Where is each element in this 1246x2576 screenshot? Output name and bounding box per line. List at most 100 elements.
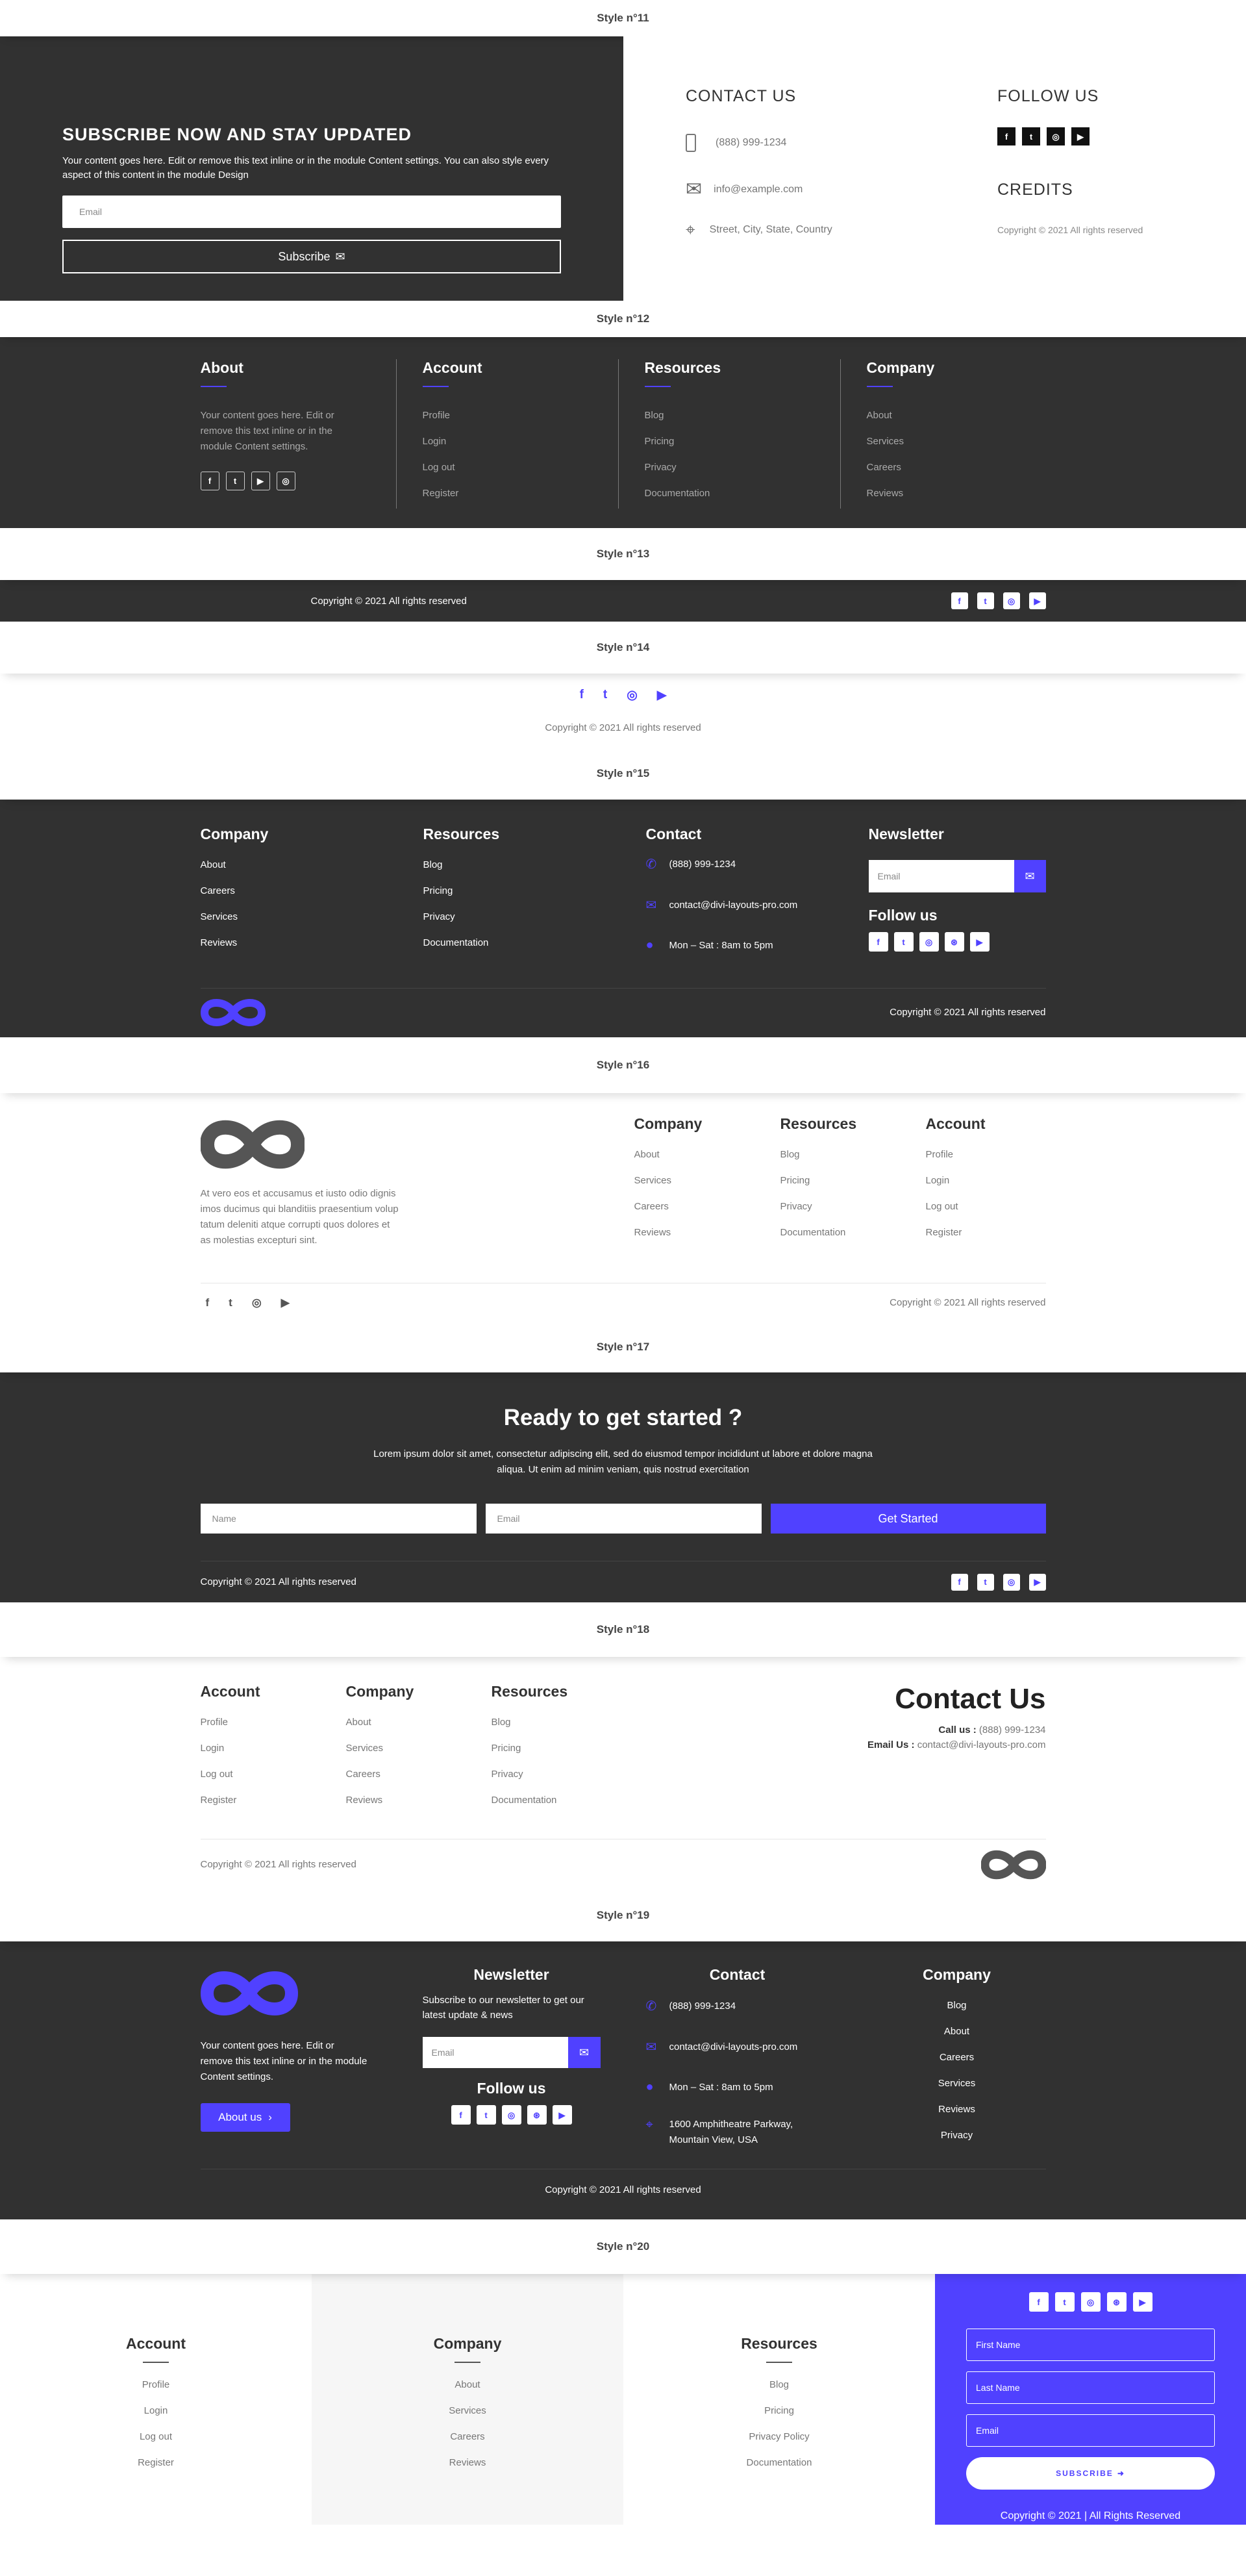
twitter-icon[interactable]: t xyxy=(893,932,914,952)
envelope-icon[interactable]: ✉ xyxy=(1014,860,1046,892)
link-services[interactable]: Services xyxy=(312,2398,623,2424)
dribbble-icon[interactable]: ⊛ xyxy=(944,932,964,952)
name-input[interactable]: Name xyxy=(200,1504,477,1534)
instagram-icon[interactable]: ◎ xyxy=(627,688,638,703)
youtube-icon[interactable]: ▶ xyxy=(1132,2292,1153,2312)
link-about[interactable]: About xyxy=(634,1142,780,1168)
link-documentation[interactable]: Documentation xyxy=(780,1220,926,1246)
facebook-icon[interactable]: f xyxy=(200,472,219,490)
twitter-icon[interactable]: t xyxy=(1022,127,1040,145)
link-privacy[interactable]: Privacy xyxy=(645,455,820,481)
link-services[interactable]: Services xyxy=(201,904,423,930)
link-login[interactable]: Login xyxy=(201,1736,346,1762)
link-reviews[interactable]: Reviews xyxy=(634,1220,780,1246)
twitter-icon[interactable]: t xyxy=(977,592,994,609)
link-logout[interactable]: Log out xyxy=(201,1762,346,1787)
instagram-icon[interactable]: ◎ xyxy=(276,472,295,490)
link-profile[interactable]: Profile xyxy=(926,1142,1046,1168)
link-privacy[interactable]: Privacy xyxy=(423,904,646,930)
youtube-icon[interactable]: ▶ xyxy=(251,472,270,490)
email-text[interactable]: contact@divi-layouts-pro.com xyxy=(669,900,798,911)
twitter-icon[interactable]: t xyxy=(229,1296,232,1309)
facebook-icon[interactable]: f xyxy=(580,688,584,703)
link-logout[interactable]: Log out xyxy=(926,1194,1046,1220)
link-documentation[interactable]: Documentation xyxy=(423,930,646,956)
link-blog[interactable]: Blog xyxy=(492,1710,712,1736)
link-careers[interactable]: Careers xyxy=(868,2045,1046,2071)
link-logout[interactable]: Log out xyxy=(423,455,598,481)
about-us-button[interactable]: About us › xyxy=(200,2103,290,2132)
link-pricing[interactable]: Pricing xyxy=(492,1736,712,1762)
instagram-icon[interactable]: ◎ xyxy=(252,1296,262,1309)
youtube-icon[interactable]: ▶ xyxy=(281,1296,290,1309)
link-blog[interactable]: Blog xyxy=(645,403,820,429)
instagram-icon[interactable]: ◎ xyxy=(1047,127,1065,145)
subscribe-button[interactable]: SUBSCRIBE ➜ xyxy=(966,2457,1215,2490)
link-services[interactable]: Services xyxy=(867,429,1042,455)
dribbble-icon[interactable]: ⊛ xyxy=(527,2105,547,2125)
link-reviews[interactable]: Reviews xyxy=(201,930,423,956)
link-blog[interactable]: Blog xyxy=(623,2372,935,2398)
twitter-icon[interactable]: t xyxy=(476,2105,496,2125)
link-services[interactable]: Services xyxy=(634,1168,780,1194)
link-register[interactable]: Register xyxy=(201,1787,346,1813)
youtube-icon[interactable]: ▶ xyxy=(657,688,667,703)
dribbble-icon[interactable]: ⊛ xyxy=(1106,2292,1127,2312)
email-text[interactable]: info@example.com xyxy=(714,184,803,196)
link-blog[interactable]: Blog xyxy=(868,1993,1046,2019)
youtube-icon[interactable]: ▶ xyxy=(1071,127,1090,145)
instagram-icon[interactable]: ◎ xyxy=(501,2105,521,2125)
link-privacy[interactable]: Privacy xyxy=(492,1762,712,1787)
twitter-icon[interactable]: t xyxy=(603,688,607,703)
first-name-input[interactable]: First Name xyxy=(966,2329,1215,2361)
instagram-icon[interactable]: ◎ xyxy=(919,932,939,952)
facebook-icon[interactable]: f xyxy=(997,127,1015,145)
link-about[interactable]: About xyxy=(868,2019,1046,2045)
instagram-icon[interactable]: ◎ xyxy=(1003,1573,1020,1591)
link-reviews[interactable]: Reviews xyxy=(868,2097,1046,2123)
link-about[interactable]: About xyxy=(346,1710,492,1736)
link-login[interactable]: Login xyxy=(0,2398,312,2424)
link-blog[interactable]: Blog xyxy=(780,1142,926,1168)
get-started-button[interactable]: Get Started xyxy=(770,1504,1046,1534)
facebook-icon[interactable]: f xyxy=(451,2105,471,2125)
instagram-icon[interactable]: ◎ xyxy=(1003,592,1020,609)
instagram-icon[interactable]: ◎ xyxy=(1080,2292,1101,2312)
link-pricing[interactable]: Pricing xyxy=(623,2398,935,2424)
link-about[interactable]: About xyxy=(312,2372,623,2398)
youtube-icon[interactable]: ▶ xyxy=(1028,1573,1046,1591)
link-careers[interactable]: Careers xyxy=(201,878,423,904)
twitter-icon[interactable]: t xyxy=(1054,2292,1075,2312)
link-careers[interactable]: Careers xyxy=(634,1194,780,1220)
link-pricing[interactable]: Pricing xyxy=(423,878,646,904)
link-privacy-policy[interactable]: Privacy Policy xyxy=(623,2424,935,2450)
envelope-icon[interactable]: ✉ xyxy=(567,2037,601,2068)
link-reviews[interactable]: Reviews xyxy=(346,1787,492,1813)
link-careers[interactable]: Careers xyxy=(312,2424,623,2450)
facebook-icon[interactable]: f xyxy=(951,592,968,609)
link-pricing[interactable]: Pricing xyxy=(780,1168,926,1194)
link-careers[interactable]: Careers xyxy=(346,1762,492,1787)
facebook-icon[interactable]: f xyxy=(206,1296,210,1309)
link-privacy[interactable]: Privacy xyxy=(780,1194,926,1220)
link-profile[interactable]: Profile xyxy=(201,1710,346,1736)
link-about[interactable]: About xyxy=(867,403,1042,429)
link-register[interactable]: Register xyxy=(926,1220,1046,1246)
link-register[interactable]: Register xyxy=(0,2450,312,2476)
email-input[interactable]: Email xyxy=(868,860,1014,892)
link-services[interactable]: Services xyxy=(346,1736,492,1762)
link-documentation[interactable]: Documentation xyxy=(645,481,820,507)
link-login[interactable]: Login xyxy=(423,429,598,455)
email-value[interactable]: contact@divi-layouts-pro.com xyxy=(917,1739,1046,1750)
youtube-icon[interactable]: ▶ xyxy=(1028,592,1046,609)
link-pricing[interactable]: Pricing xyxy=(645,429,820,455)
link-services[interactable]: Services xyxy=(868,2071,1046,2097)
email-input[interactable]: Email xyxy=(62,196,561,228)
link-profile[interactable]: Profile xyxy=(423,403,598,429)
email-input[interactable]: Email xyxy=(966,2414,1215,2447)
youtube-icon[interactable]: ▶ xyxy=(552,2105,572,2125)
subscribe-button[interactable]: Subscribe ✉ xyxy=(62,240,561,273)
twitter-icon[interactable]: t xyxy=(225,472,245,490)
link-logout[interactable]: Log out xyxy=(0,2424,312,2450)
link-reviews[interactable]: Reviews xyxy=(312,2450,623,2476)
